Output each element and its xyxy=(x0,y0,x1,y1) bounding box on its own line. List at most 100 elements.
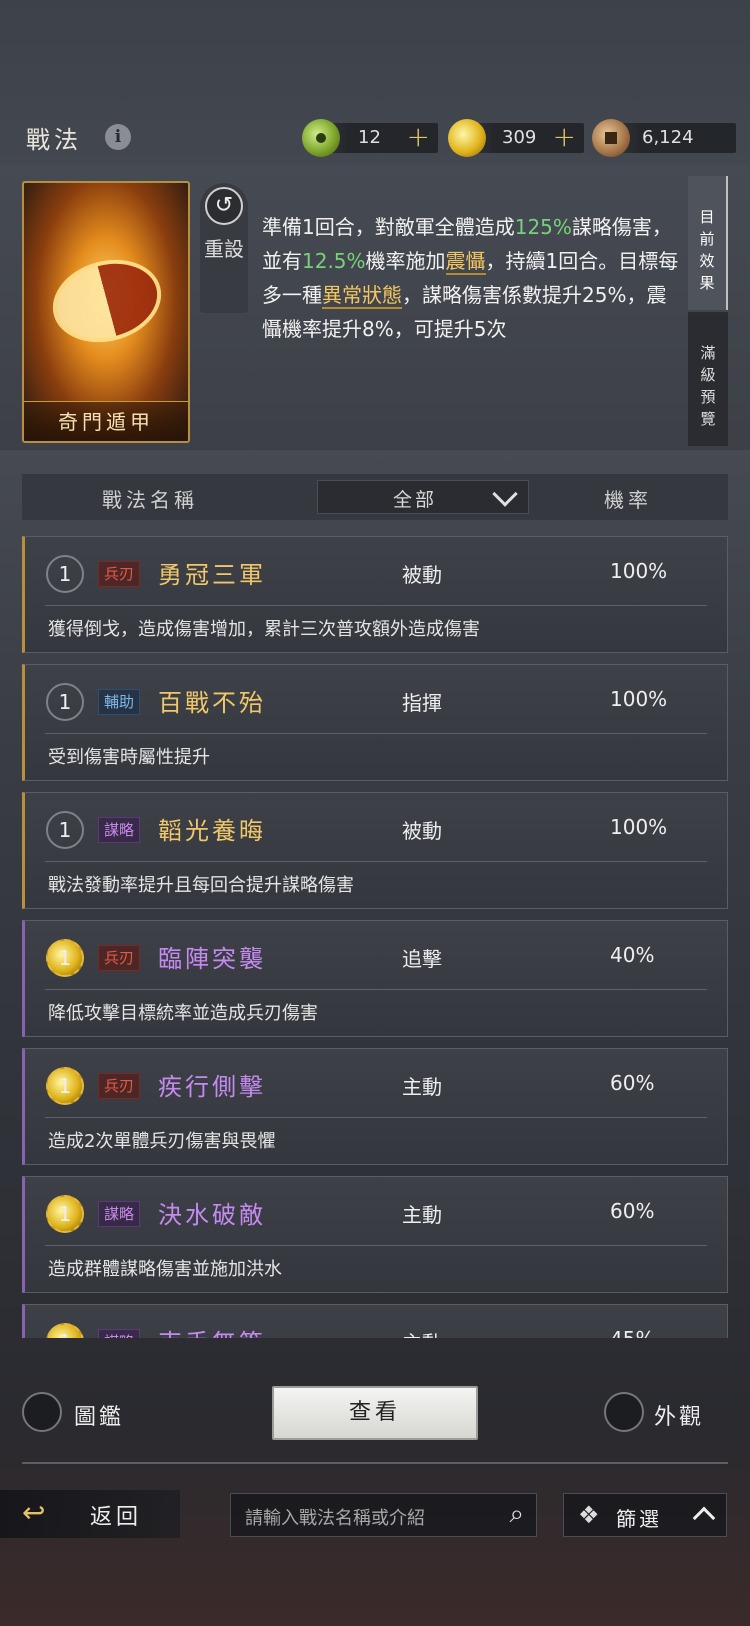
skill-name: 韜光養晦 xyxy=(158,817,266,845)
jade-coin-icon xyxy=(302,119,340,157)
column-rate: 機率 xyxy=(604,488,652,512)
skill-card-name: 奇門遁甲 xyxy=(24,401,188,441)
copper-coin-icon xyxy=(592,119,630,157)
category-tag: 謀略 xyxy=(98,1329,141,1338)
reset-button[interactable]: ↺ 重設 xyxy=(200,183,248,313)
skill-rate: 60% xyxy=(610,1199,655,1223)
list-header: 戰法名稱 全部 機率 xyxy=(22,474,728,520)
category-tag: 謀略 xyxy=(98,1201,141,1227)
search-icon[interactable]: ⌕ xyxy=(509,1499,524,1530)
undo-icon: ↺ xyxy=(205,187,243,225)
skill-type: 主動 xyxy=(402,1327,442,1338)
divider xyxy=(45,989,707,990)
back-button[interactable]: ↩ 返回 xyxy=(0,1490,180,1538)
currency-jade: 12 + xyxy=(302,119,438,157)
skill-summary: 受到傷害時屬性提升 xyxy=(48,747,210,768)
category-tag: 兵刃 xyxy=(98,561,141,587)
skill-type: 主動 xyxy=(402,1075,442,1099)
filter-label: 篩選 xyxy=(616,1507,662,1531)
skill-name: 束手無策 xyxy=(158,1323,266,1338)
codex-button[interactable]: 圖鑑 xyxy=(74,1399,124,1431)
currency-gold: 309 + xyxy=(448,119,584,157)
reset-label: 重設 xyxy=(204,237,244,261)
skill-name: 勇冠三軍 xyxy=(158,561,266,589)
appearance-button[interactable]: 外觀 xyxy=(654,1399,704,1431)
diamond-icon: ❖ xyxy=(578,1501,600,1529)
list-item[interactable]: 1 兵刃 臨陣突襲 追擊 40% 降低攻擊目標統率並造成兵刃傷害 xyxy=(22,920,728,1037)
back-arrow-icon: ↩ xyxy=(22,1496,46,1529)
skill-card[interactable]: 奇門遁甲 xyxy=(22,181,190,443)
category-tag: 兵刃 xyxy=(98,945,141,971)
skill-name: 疾行側擊 xyxy=(158,1073,266,1101)
chevron-up-icon xyxy=(692,1506,716,1530)
skill-list[interactable]: 1 兵刃 勇冠三軍 被動 100% 獲得倒戈，造成傷害增加，累計三次普攻額外造成… xyxy=(22,536,728,1338)
level-badge: 1 xyxy=(46,1195,84,1233)
skill-rate: 100% xyxy=(610,687,668,711)
skill-description: 準備1回合，對敵軍全體造成125%謀略傷害，並有12.5%機率施加震懾，持續1回… xyxy=(262,215,679,341)
divider xyxy=(45,605,707,606)
list-item[interactable]: 1 謀略 束手無策 主動 45% xyxy=(22,1304,728,1338)
search-input[interactable]: 請輸入戰法名稱或介紹 ⌕ xyxy=(230,1493,537,1537)
level-badge: 1 xyxy=(46,1067,84,1105)
copper-amount: 6,124 xyxy=(642,127,694,148)
tab-max-level-preview[interactable]: 滿級預覽 xyxy=(688,312,728,446)
skill-rate: 100% xyxy=(610,815,668,839)
skill-rate: 60% xyxy=(610,1071,655,1095)
tab-current-effect[interactable]: 目前效果 xyxy=(688,176,728,310)
level-badge: 1 xyxy=(46,555,84,593)
category-tag: 兵刃 xyxy=(98,1073,141,1099)
column-name: 戰法名稱 xyxy=(102,488,198,512)
level-badge: 1 xyxy=(46,683,84,721)
skill-name: 臨陣突襲 xyxy=(158,945,266,973)
skill-type: 被動 xyxy=(402,563,442,587)
keyword-stun[interactable]: 震懾 xyxy=(445,249,486,275)
gold-amount: 309 xyxy=(502,127,537,148)
divider xyxy=(45,1245,707,1246)
skill-name: 決水破敵 xyxy=(158,1201,266,1229)
page-title: 戰法 xyxy=(26,126,82,154)
divider xyxy=(45,861,707,862)
list-item[interactable]: 1 謀略 韜光養晦 被動 100% 戰法發動率提升且每回合提升謀略傷害 xyxy=(22,792,728,909)
info-icon[interactable]: i xyxy=(105,124,131,150)
divider xyxy=(45,733,707,734)
list-item[interactable]: 1 兵刃 勇冠三軍 被動 100% 獲得倒戈，造成傷害增加，累計三次普攻額外造成… xyxy=(22,536,728,653)
category-tag: 輔助 xyxy=(98,689,141,715)
add-gold-button[interactable]: + xyxy=(553,120,576,153)
pavilion-icon[interactable] xyxy=(604,1392,644,1432)
skill-name: 百戰不殆 xyxy=(158,689,266,717)
divider xyxy=(22,1462,728,1464)
divider xyxy=(45,1117,707,1118)
skill-summary: 戰法發動率提升且每回合提升謀略傷害 xyxy=(48,875,354,896)
level-badge: 1 xyxy=(46,939,84,977)
filter-button[interactable]: ❖ 篩選 xyxy=(563,1493,727,1537)
level-badge: 1 xyxy=(46,1323,84,1338)
list-item[interactable]: 1 輔助 百戰不殆 指揮 100% 受到傷害時屬性提升 xyxy=(22,664,728,781)
add-jade-button[interactable]: + xyxy=(407,120,430,153)
currency-copper: 6,124 xyxy=(592,119,736,157)
level-badge: 1 xyxy=(46,811,84,849)
skill-type: 指揮 xyxy=(402,691,442,715)
keyword-abnormal-status[interactable]: 異常狀態 xyxy=(322,283,402,309)
gold-coin-icon xyxy=(448,119,486,157)
yin-yang-art xyxy=(43,248,171,354)
skill-type: 追擊 xyxy=(402,947,442,971)
back-label: 返回 xyxy=(90,1505,143,1530)
skill-rate: 40% xyxy=(610,943,655,967)
view-button[interactable]: 查看 xyxy=(272,1386,478,1440)
skill-summary: 造成2次單體兵刃傷害與畏懼 xyxy=(48,1131,276,1152)
category-tag: 謀略 xyxy=(98,817,141,843)
search-placeholder: 請輸入戰法名稱或介紹 xyxy=(245,1508,425,1529)
skill-rate: 100% xyxy=(610,559,668,583)
jade-amount: 12 xyxy=(358,127,381,148)
skill-rate: 45% xyxy=(610,1327,654,1338)
category-filter-dropdown[interactable]: 全部 xyxy=(317,480,529,514)
codex-icon[interactable] xyxy=(22,1392,62,1432)
skill-summary: 獲得倒戈，造成傷害增加，累計三次普攻額外造成傷害 xyxy=(48,619,480,640)
skill-type: 被動 xyxy=(402,819,442,843)
chevron-down-icon xyxy=(492,481,518,507)
skill-type: 主動 xyxy=(402,1203,442,1227)
list-item[interactable]: 1 謀略 決水破敵 主動 60% 造成群體謀略傷害並施加洪水 xyxy=(22,1176,728,1293)
skill-summary: 降低攻擊目標統率並造成兵刃傷害 xyxy=(48,1003,318,1024)
list-item[interactable]: 1 兵刃 疾行側擊 主動 60% 造成2次單體兵刃傷害與畏懼 xyxy=(22,1048,728,1165)
skill-summary: 造成群體謀略傷害並施加洪水 xyxy=(48,1259,282,1280)
